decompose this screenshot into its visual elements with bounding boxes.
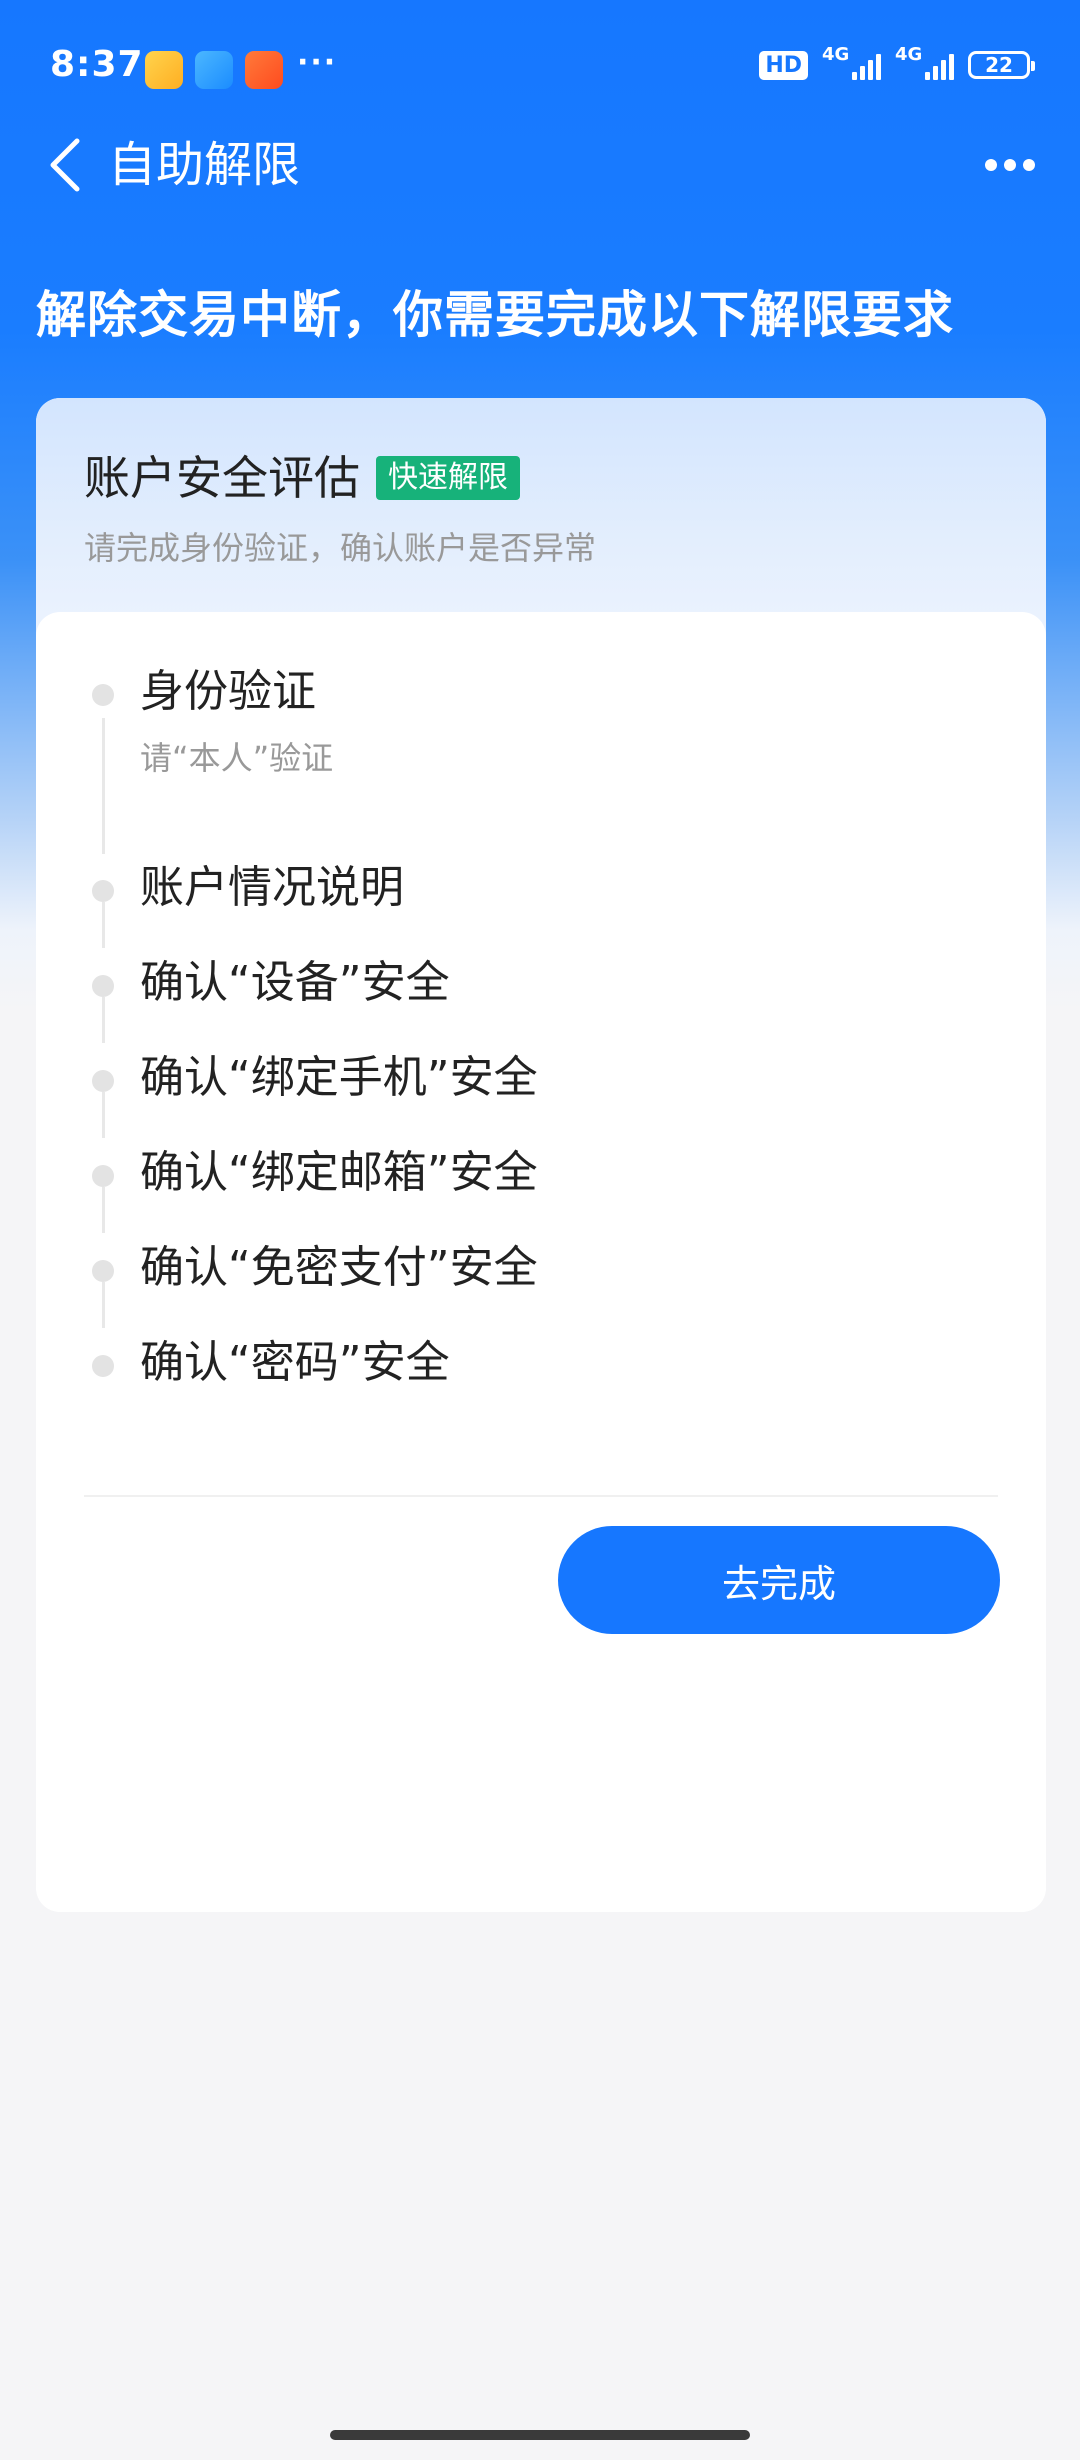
step-label: 确认“绑定手机”安全 bbox=[140, 1052, 538, 1103]
step-dot-icon bbox=[92, 1260, 114, 1282]
timeline-connector bbox=[102, 997, 105, 1043]
more-options-button[interactable] bbox=[970, 130, 1050, 200]
notification-app-icon bbox=[145, 51, 183, 89]
step-dot-icon bbox=[92, 1165, 114, 1187]
status-bar: 8:37 ··· HD 4G 4G 22 bbox=[0, 0, 1080, 130]
timeline-connector bbox=[102, 1092, 105, 1138]
headline: 解除交易中断，你需要完成以下解限要求 bbox=[36, 286, 954, 344]
home-indicator[interactable] bbox=[330, 2430, 750, 2440]
notification-app-icon bbox=[245, 51, 283, 89]
step-dot-icon bbox=[92, 684, 114, 706]
status-indicators: HD 4G 4G 22 bbox=[759, 44, 1035, 80]
timeline-connector bbox=[102, 1282, 105, 1328]
signal-icon: 4G bbox=[822, 44, 881, 80]
step-sublabel: 请“本人”验证 bbox=[140, 739, 334, 777]
step-dot-icon bbox=[92, 1070, 114, 1092]
step-label: 确认“设备”安全 bbox=[140, 957, 450, 1008]
chevron-left-icon bbox=[50, 138, 80, 192]
steps-list: 身份验证 请“本人”验证 账户情况说明 确认“设备”安全 确认“绑定手机”安全 … bbox=[36, 612, 1046, 1912]
more-dots-icon bbox=[985, 159, 997, 171]
step-label: 账户情况说明 bbox=[140, 862, 404, 913]
card-header: 账户安全评估 快速解限 请完成身份验证，确认账户是否异常 bbox=[36, 398, 1046, 638]
page-title: 自助解限 bbox=[108, 137, 301, 193]
battery-icon: 22 bbox=[968, 51, 1035, 79]
go-complete-button[interactable]: 去完成 bbox=[558, 1526, 1000, 1634]
status-time: 8:37 bbox=[50, 44, 144, 85]
divider bbox=[84, 1495, 998, 1497]
step-dot-icon bbox=[92, 975, 114, 997]
status-more-icon: ··· bbox=[297, 45, 338, 80]
step-label: 确认“密码”安全 bbox=[140, 1337, 450, 1388]
signal-icon: 4G bbox=[895, 44, 954, 80]
timeline-connector bbox=[102, 718, 105, 854]
step-label: 确认“绑定邮箱”安全 bbox=[140, 1147, 538, 1198]
status-badge: 快速解限 bbox=[376, 456, 520, 500]
notification-app-icon bbox=[195, 51, 233, 89]
requirements-card: 账户安全评估 快速解限 请完成身份验证，确认账户是否异常 身份验证 请“本人”验… bbox=[36, 398, 1046, 1912]
timeline-connector bbox=[102, 902, 105, 948]
back-button[interactable] bbox=[30, 130, 100, 200]
step-label: 身份验证 bbox=[140, 666, 316, 717]
hd-icon: HD bbox=[759, 50, 808, 80]
card-title: 账户安全评估 bbox=[84, 451, 360, 505]
step-dot-icon bbox=[92, 1355, 114, 1377]
card-subtitle: 请完成身份验证，确认账户是否异常 bbox=[84, 529, 597, 567]
step-label: 确认“免密支付”安全 bbox=[140, 1242, 538, 1293]
step-dot-icon bbox=[92, 880, 114, 902]
timeline-connector bbox=[102, 1187, 105, 1233]
